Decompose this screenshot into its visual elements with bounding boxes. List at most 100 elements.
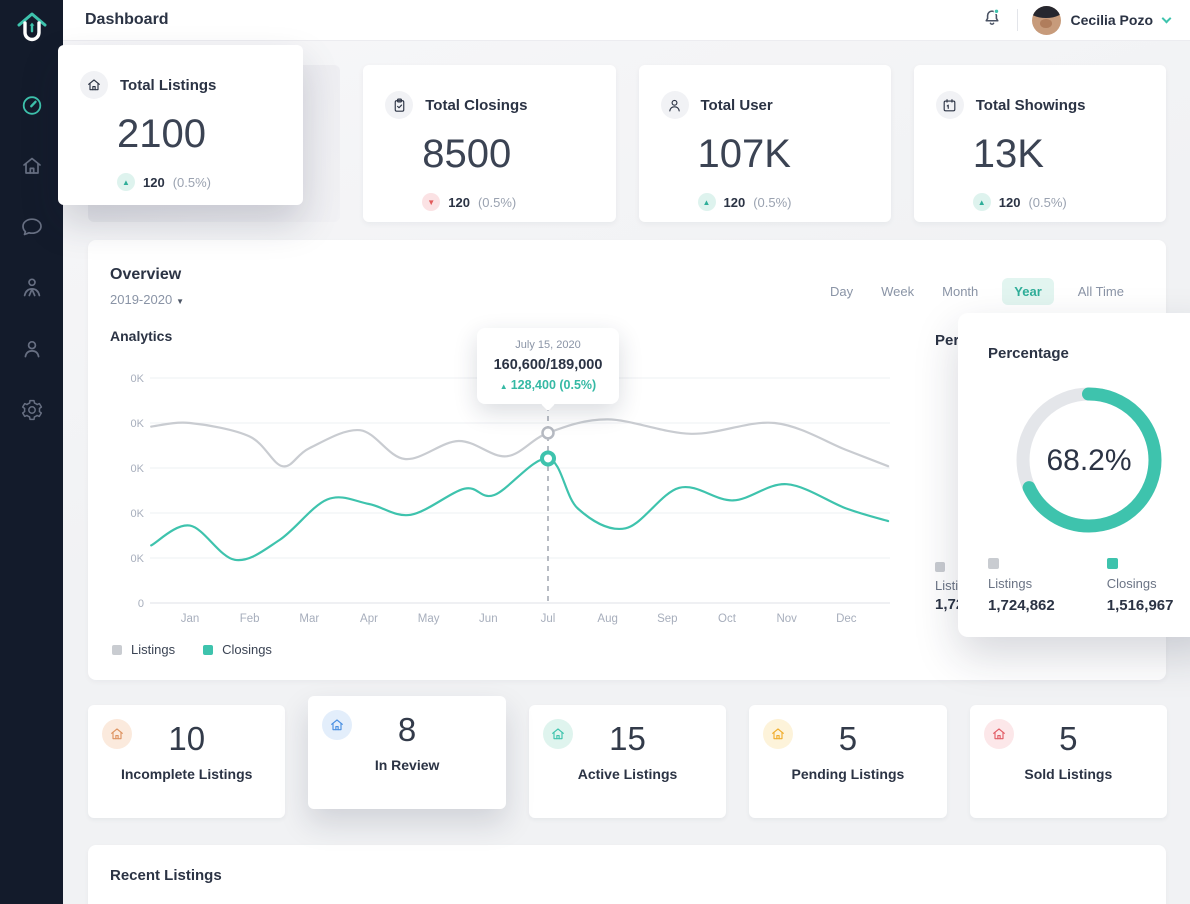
stats-row: Total Listings2100▲120(0.5%)Total Closin… [88,65,1166,222]
stat-change-value: 120 [724,195,746,210]
header-divider [1017,9,1018,31]
status-label: In Review [308,757,505,773]
dashboard-gauge-icon [20,93,44,117]
legend-swatch [988,558,999,569]
stat-card-label: Total User [701,97,773,114]
trend-down-icon: ▼ [422,193,440,211]
calendar-icon [936,91,964,119]
filter-tab-day[interactable]: Day [826,278,857,305]
y-axis-tick: 0 [138,598,144,610]
stat-card-slot: Total Listings2100▲120(0.5%) [88,65,340,222]
analytics-line-chart[interactable]: 250K200K150K100K50K0JanFebMarAprMayJunJu… [130,370,890,630]
analytics-label: Analytics [110,328,172,344]
legend-label: Closings [1107,576,1174,591]
stat-card-value: 107K [698,132,891,177]
x-axis-tick: May [418,613,440,625]
donut-value: 68.2% [1046,444,1131,477]
filter-tab-all-time[interactable]: All Time [1074,278,1128,305]
stat-card-value: 2100 [117,112,303,157]
stat-card-label: Total Listings [120,77,216,94]
stat-card[interactable]: Total Closings8500▼120(0.5%) [363,65,615,222]
top-header: Dashboard Cecilia Pozo [63,0,1190,41]
legend-swatch [203,645,213,655]
stat-card[interactable]: Total Showings13K▲120(0.5%) [914,65,1166,222]
legend-value: 1,516,967 [1107,597,1174,614]
home-icon [20,154,44,178]
closings-marker [542,452,554,464]
tooltip-date: July 15, 2020 [483,339,613,351]
notification-dot [994,9,999,14]
page-title: Dashboard [85,11,169,29]
filter-tab-month[interactable]: Month [938,278,982,305]
x-axis-tick: Aug [597,613,617,625]
stat-change-value: 120 [448,195,470,210]
percentage-title: Percentage [988,345,1069,362]
trend-up-icon: ▲ [117,173,135,191]
sidebar-item-users[interactable] [20,337,44,361]
sidebar-item-settings[interactable] [20,398,44,422]
y-axis-tick: 100K [130,508,145,520]
home-icon [543,719,573,749]
filter-tab-year[interactable]: Year [1002,278,1053,305]
y-axis-tick: 50K [130,553,145,565]
legend-label: Closings [222,642,272,657]
status-card[interactable]: 5Sold Listings [970,705,1167,818]
chart-tooltip: July 15, 2020 160,600/189,000 ▲128,400 (… [477,328,619,404]
stat-card-slot: Total Closings8500▼120(0.5%) [363,65,615,222]
legend-label: Listings [988,576,1055,591]
x-axis-tick: Jan [181,613,200,625]
sidebar-item-dashboard[interactable] [20,93,44,117]
series-line-listings [151,419,888,466]
percentage-card[interactable]: Percentage 68.2% Listings1,724,862Closin… [958,313,1190,637]
trend-up-icon: ▲ [500,382,508,391]
time-filter-tabs: Day Week Month Year All Time [826,278,1128,305]
status-label: Sold Listings [970,766,1167,782]
agent-icon [20,276,44,300]
donut-legend: Listings1,724,862Closings1,516,967 [988,558,1173,614]
stat-card-slot: Total Showings13K▲120(0.5%) [914,65,1166,222]
legend-label: Listings [131,642,175,657]
status-card[interactable]: 15Active Listings [529,705,726,818]
notifications-button[interactable] [981,7,1003,34]
status-card[interactable]: 10Incomplete Listings [88,705,285,818]
stat-card[interactable]: Total Listings2100▲120(0.5%) [58,45,303,205]
home-icon [322,710,352,740]
caret-down-icon: ▼ [176,297,184,306]
date-range-dropdown[interactable]: 2019-2020▼ [110,292,184,307]
filter-tab-week[interactable]: Week [877,278,918,305]
status-card[interactable]: 8In Review [308,696,505,809]
user-icon [661,91,689,119]
main-content: Dashboard Cecilia Pozo Total Listings 210… [63,0,1190,904]
x-axis-tick: Feb [240,613,260,625]
series-line-closings [151,458,888,560]
status-cards-row: 10Incomplete Listings8In Review15Active … [88,705,1167,818]
sidebar-item-agents[interactable] [20,276,44,300]
sidebar [0,0,63,904]
sidebar-item-messages[interactable] [20,215,44,239]
app-logo-icon [10,8,54,52]
home-icon [102,719,132,749]
stat-card[interactable]: Total User 107K ▲ 120 (0.5%) [639,65,891,222]
tooltip-value: 160,600/189,000 [483,357,613,373]
status-label: Active Listings [529,766,726,782]
listings-marker [543,427,554,438]
sidebar-item-listings[interactable] [20,154,44,178]
stat-change-value: 120 [999,195,1021,210]
stat-change-percent: (0.5%) [753,195,791,210]
x-axis-tick: Nov [776,613,797,625]
x-axis-tick: Mar [299,613,319,625]
overview-title: Overview [110,266,181,284]
user-menu[interactable]: Cecilia Pozo [1032,6,1170,35]
x-axis-tick: Jun [479,613,498,625]
stat-card-label: Total Showings [976,97,1086,114]
trend-up-icon: ▲ [973,193,991,211]
legend-swatch [112,645,122,655]
status-card[interactable]: 5Pending Listings [749,705,946,818]
gear-icon [20,398,44,422]
user-icon [20,337,44,361]
x-axis-tick: Dec [836,613,857,625]
x-axis-tick: Oct [718,613,737,625]
trend-up-icon: ▲ [698,193,716,211]
y-axis-tick: 150K [130,463,145,475]
stat-change-percent: (0.5%) [478,195,516,210]
